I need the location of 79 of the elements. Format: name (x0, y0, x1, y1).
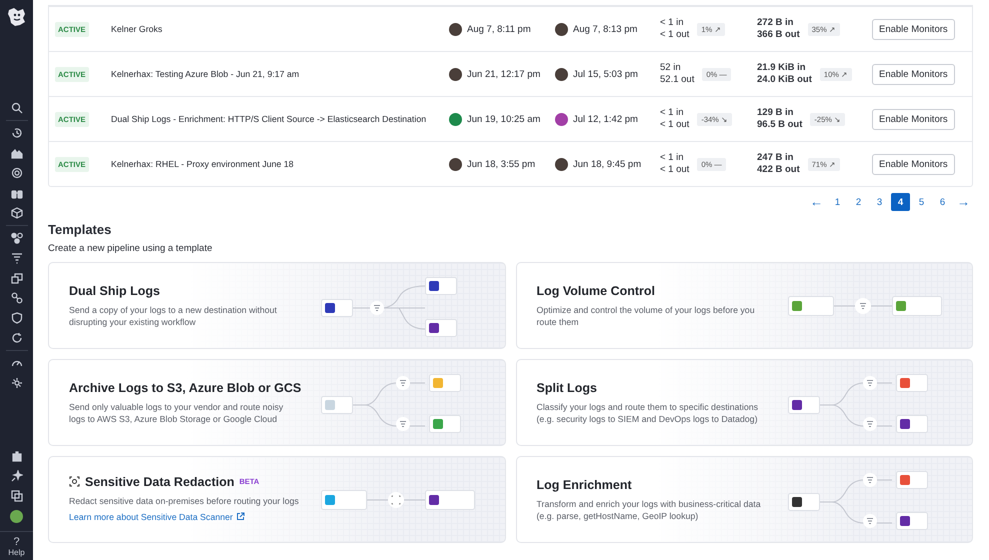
out-value: < 1 out (660, 119, 690, 131)
help-icon[interactable]: ? (13, 536, 20, 548)
date-text: Aug 7, 8:13 pm (573, 24, 638, 34)
template-card[interactable]: Split Logs Classify your logs and route them to specific destinations (e.g. security logs to SIEM and DevOps logs to Datadog) (516, 359, 973, 446)
next-page-button[interactable]: → (954, 193, 973, 211)
help-label[interactable]: Help (8, 548, 25, 558)
out-value: 96.5 B out (757, 119, 802, 131)
cube-icon[interactable] (10, 207, 22, 219)
history-icon[interactable] (10, 127, 22, 139)
section-subtitle: Create a new pipeline using a template (48, 243, 214, 254)
date-text: Jul 15, 5:03 pm (573, 68, 638, 80)
sparkle-icon[interactable] (10, 470, 22, 482)
learn-more-link[interactable]: Learn more about Sensitive Data Scanner (69, 512, 245, 522)
search-icon[interactable] (10, 102, 22, 114)
pipeline-name[interactable]: Kelner Groks (111, 24, 449, 34)
pipeline-name[interactable]: Kelnerhax: Testing Azure Blob - Jun 21, 9:17 am (111, 69, 449, 79)
shield-icon[interactable] (10, 312, 22, 324)
link-icon[interactable] (10, 292, 22, 304)
enable-monitors-button[interactable]: Enable Monitors (872, 18, 955, 40)
card-description: Redact sensitive data on-premises before routing your logs (69, 494, 299, 506)
card-title: Log Enrichment (536, 478, 632, 492)
page-button[interactable]: 1 (828, 193, 847, 211)
template-card[interactable]: Dual Ship Logs Send a copy of your logs to a new destination without disrupting your existing workflow (48, 262, 506, 349)
chart-icon[interactable] (10, 147, 22, 159)
out-value: 366 B out (757, 29, 800, 41)
out-value: 52.1 out (660, 74, 694, 86)
date-text: Jun 18, 3:55 pm (467, 158, 536, 170)
template-card[interactable]: Log Enrichment Transform and enrich your logs with business-critical data (e.g. parse, getHostName, GeoIP lookup) (516, 456, 973, 543)
enable-monitors-button[interactable]: Enable Monitors (872, 64, 955, 84)
refresh-icon[interactable] (10, 332, 22, 344)
card-title: Archive Logs to S3, Azure Blob or GCS (69, 380, 302, 394)
card-title: Log Volume Control (536, 284, 656, 298)
page-button[interactable]: 6 (933, 193, 952, 211)
target-icon[interactable] (10, 167, 22, 179)
card-description: Transform and enrich your logs with business-critical data (e.g. parse, getHostName, GeoIP lookup) (536, 498, 762, 522)
page-button[interactable]: 3 (870, 193, 889, 211)
page-button[interactable]: 2 (849, 193, 868, 211)
enable-monitors-button[interactable]: Enable Monitors (872, 154, 955, 174)
card-description: Send a copy of your logs to a new destination without disrupting your existing workflow (69, 304, 278, 328)
in-value: < 1 in (660, 17, 685, 29)
date-text: Jun 21, 12:17 pm (467, 68, 540, 80)
in-value: 129 B in (757, 107, 794, 119)
template-card[interactable]: Archive Logs to S3, Azure Blob or GCS Send only valuable logs to your vendor and route noisy logs to AWS S3, Azure Blob Storage or Google Cloud (48, 359, 506, 446)
in-value: < 1 in (660, 107, 685, 119)
card-description: Optimize and control the volume of your logs before you route them (536, 304, 756, 328)
card-title: Split Logs (536, 380, 597, 394)
out-value: 24.0 KiB out (757, 74, 812, 86)
nodes-icon[interactable] (10, 232, 22, 244)
external-link-icon (236, 512, 245, 521)
previous-page-button[interactable]: ← (807, 193, 826, 211)
out-value: < 1 out (660, 164, 690, 176)
date-text: Jun 18, 9:45 pm (573, 158, 642, 170)
in-value: 52 in (660, 62, 682, 74)
section-title: Templates (48, 222, 112, 237)
date-text: Aug 7, 8:11 pm (467, 24, 531, 34)
date-text: Jul 12, 1:42 pm (573, 114, 638, 124)
user-avatar[interactable] (10, 510, 23, 523)
logo-icon[interactable] (6, 6, 28, 28)
scanner-icon (69, 476, 80, 487)
copy-icon[interactable] (10, 490, 22, 502)
page-button[interactable]: 5 (912, 193, 931, 211)
pipeline-name[interactable]: Kelnerhax: RHEL - Proxy environment June 18 (111, 159, 449, 169)
card-title: Sensitive Data Redaction (85, 474, 234, 488)
windows-icon[interactable] (10, 272, 22, 284)
out-value: 422 B out (757, 164, 800, 176)
card-description: Send only valuable logs to your vendor and route noisy logs to AWS S3, Azure Blob Storage or Google Cloud (69, 400, 284, 424)
enable-monitors-button[interactable]: Enable Monitors (872, 108, 955, 130)
date-text: Jun 19, 10:25 am (467, 114, 540, 124)
filter-icon[interactable] (10, 252, 22, 264)
template-card[interactable]: Log Volume Control Optimize and control the volume of your logs before you route them (516, 262, 973, 349)
out-value: < 1 out (660, 29, 690, 41)
in-value: 247 B in (757, 152, 794, 164)
in-value: 21.9 KiB in (757, 62, 807, 74)
in-value: < 1 in (660, 152, 685, 164)
page-button[interactable]: 4 (891, 193, 910, 211)
in-value: 272 B in (757, 17, 794, 29)
pipeline-name[interactable]: Dual Ship Logs - Enrichment: HTTP/S Client Source -> Elasticsearch Destination (111, 114, 449, 124)
card-title: Dual Ship Logs (69, 284, 160, 298)
card-description: Classify your logs and route them to specific destinations (e.g. security logs to SIEM and DevOps logs to Datadog) (536, 400, 759, 424)
